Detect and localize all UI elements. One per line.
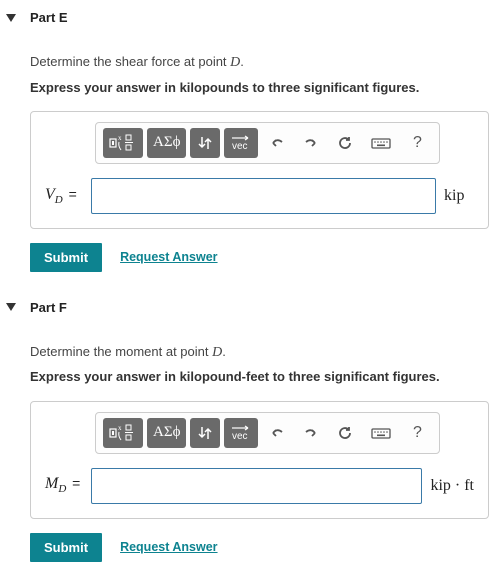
answer-row: VD = kip	[45, 178, 474, 214]
part-title: Part E	[30, 10, 68, 25]
undo-icon	[268, 134, 286, 152]
unit-label: kip · ft	[430, 477, 474, 495]
svg-text:vec: vec	[232, 431, 248, 442]
keyboard-icon	[370, 134, 392, 152]
unit-label: kip	[444, 187, 474, 205]
vec-icon: vec	[229, 424, 253, 442]
request-answer-link[interactable]: Request Answer	[120, 250, 217, 264]
vec-icon: vec	[229, 134, 253, 152]
express-text: Express your answer in kilopounds to thr…	[30, 79, 489, 97]
equation-toolbar: x ΑΣϕ	[95, 122, 440, 164]
templates-button[interactable]: x	[103, 418, 143, 448]
greek-button[interactable]: ΑΣϕ	[147, 418, 186, 448]
answer-input[interactable]	[91, 468, 422, 504]
templates-icon: x	[109, 424, 137, 442]
answer-box: x ΑΣϕ	[30, 401, 489, 519]
updown-icon	[197, 424, 213, 442]
part-e: Part E Determine the shear force at poin…	[0, 0, 503, 272]
prompt-point: D	[212, 345, 222, 360]
subscript-button[interactable]	[190, 418, 220, 448]
reset-button[interactable]	[330, 128, 360, 158]
greek-button[interactable]: ΑΣϕ	[147, 128, 186, 158]
prompt-text: Determine the shear force at point D.	[30, 53, 489, 73]
part-body: Determine the shear force at point D. Ex…	[0, 53, 503, 272]
request-answer-link[interactable]: Request Answer	[120, 540, 217, 554]
prompt-suffix: .	[240, 54, 244, 69]
variable-label: VD =	[45, 186, 83, 206]
svg-text:x: x	[118, 424, 122, 432]
variable-label: MD =	[45, 475, 83, 495]
reset-button[interactable]	[330, 418, 360, 448]
part-body: Determine the moment at point D. Express…	[0, 343, 503, 562]
help-button[interactable]: ?	[402, 418, 432, 448]
equation-toolbar: x ΑΣϕ	[95, 412, 440, 454]
svg-text:vec: vec	[232, 141, 248, 152]
vec-button[interactable]: vec	[224, 128, 258, 158]
collapse-icon	[6, 303, 16, 311]
undo-icon	[268, 424, 286, 442]
part-f: Part F Determine the moment at point D. …	[0, 290, 503, 562]
reset-icon	[336, 134, 354, 152]
part-title: Part F	[30, 300, 67, 315]
redo-icon	[302, 424, 320, 442]
undo-button[interactable]	[262, 418, 292, 448]
submit-button[interactable]: Submit	[30, 243, 102, 272]
part-header[interactable]: Part F	[0, 290, 503, 327]
templates-button[interactable]: x	[103, 128, 143, 158]
vec-button[interactable]: vec	[224, 418, 258, 448]
help-button[interactable]: ?	[402, 128, 432, 158]
collapse-icon	[6, 14, 16, 22]
undo-button[interactable]	[262, 128, 292, 158]
keyboard-button[interactable]	[364, 128, 398, 158]
subscript-button[interactable]	[190, 128, 220, 158]
actions-row: Submit Request Answer	[30, 243, 489, 272]
prompt-suffix: .	[222, 344, 226, 359]
svg-text:x: x	[118, 134, 122, 142]
prompt-prefix: Determine the shear force at point	[30, 54, 230, 69]
keyboard-icon	[370, 424, 392, 442]
answer-row: MD = kip · ft	[45, 468, 474, 504]
templates-icon: x	[109, 134, 137, 152]
prompt-text: Determine the moment at point D.	[30, 343, 489, 363]
keyboard-button[interactable]	[364, 418, 398, 448]
part-header[interactable]: Part E	[0, 0, 503, 37]
express-text: Express your answer in kilopound-feet to…	[30, 368, 489, 386]
answer-input[interactable]	[91, 178, 436, 214]
redo-button[interactable]	[296, 128, 326, 158]
answer-box: x ΑΣϕ	[30, 111, 489, 229]
actions-row: Submit Request Answer	[30, 533, 489, 562]
redo-icon	[302, 134, 320, 152]
prompt-prefix: Determine the moment at point	[30, 344, 212, 359]
redo-button[interactable]	[296, 418, 326, 448]
prompt-point: D	[230, 55, 240, 70]
submit-button[interactable]: Submit	[30, 533, 102, 562]
updown-icon	[197, 134, 213, 152]
reset-icon	[336, 424, 354, 442]
